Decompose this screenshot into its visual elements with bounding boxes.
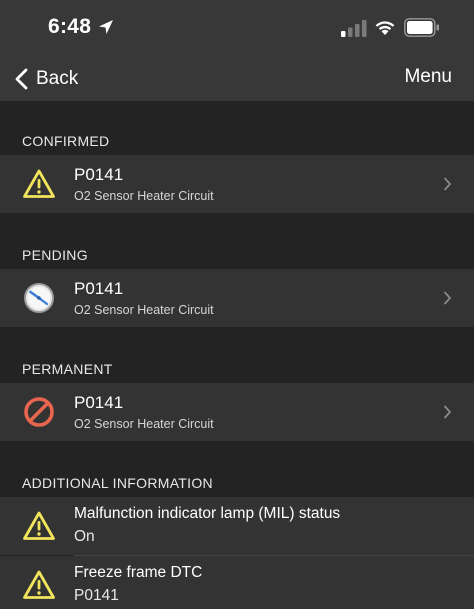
back-label: Back (36, 68, 79, 89)
status-time: 6:48 (48, 15, 92, 38)
section-header-permanent: PERMANENT (22, 361, 113, 377)
warning-triangle-icon (23, 570, 55, 599)
info-row-freeze-frame: Freeze frame DTC P0141 (0, 556, 474, 609)
section-header-additional: ADDITIONAL INFORMATION (22, 475, 213, 491)
location-arrow-icon (99, 20, 113, 34)
dtc-description: O2 Sensor Heater Circuit (74, 303, 214, 317)
navigation-bar: Back Menu (0, 58, 474, 101)
status-bar: 6:48 (0, 0, 474, 58)
clock-icon (24, 283, 54, 313)
dtc-description: O2 Sensor Heater Circuit (74, 189, 214, 203)
chevron-right-icon (444, 291, 451, 305)
chevron-right-icon (444, 405, 451, 419)
cellular-signal-icon (341, 20, 367, 37)
wifi-icon (375, 21, 395, 35)
dtc-row-pending[interactable]: P0141 O2 Sensor Heater Circuit (0, 269, 474, 327)
back-button[interactable]: Back (12, 62, 78, 96)
prohibited-icon (24, 397, 54, 427)
dtc-row-confirmed[interactable]: P0141 O2 Sensor Heater Circuit (0, 155, 474, 213)
menu-button[interactable]: Menu (404, 66, 452, 88)
info-label: Freeze frame DTC (74, 564, 203, 581)
info-label: Malfunction indicator lamp (MIL) status (74, 505, 341, 522)
info-row-mil-status: Malfunction indicator lamp (MIL) status … (0, 497, 474, 555)
top-bar: 6:48 Back Menu (0, 0, 474, 101)
info-value: P0141 (74, 587, 119, 604)
dtc-description: O2 Sensor Heater Circuit (74, 417, 214, 431)
info-value: On (74, 528, 95, 545)
chevron-right-icon (444, 177, 451, 191)
dtc-code: P0141 (74, 279, 124, 298)
section-header-pending: PENDING (22, 247, 88, 263)
warning-triangle-icon (23, 511, 55, 540)
warning-triangle-icon (23, 169, 55, 198)
chevron-left-icon (15, 68, 28, 90)
section-header-confirmed: CONFIRMED (22, 133, 110, 149)
battery-icon (404, 18, 439, 37)
dtc-row-permanent[interactable]: P0141 O2 Sensor Heater Circuit (0, 383, 474, 441)
dtc-code: P0141 (74, 393, 124, 412)
dtc-code: P0141 (74, 165, 124, 184)
